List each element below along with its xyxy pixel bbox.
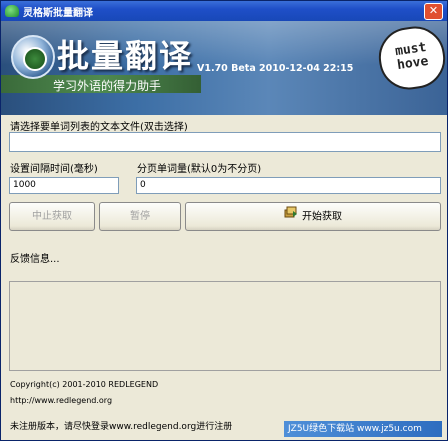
window-title: 灵格斯批量翻译 <box>23 8 93 19</box>
badge-text: must hove <box>394 39 430 74</box>
version-label: V1.70 Beta 2010-12-04 22:15 <box>197 63 354 74</box>
header-banner: 批量翻译 V1.70 Beta 2010-12-04 22:15 学习外语的得力… <box>1 21 448 115</box>
copyright-text: Copyright(c) 2001-2010 REDLEGEND <box>10 380 159 389</box>
banner-slogan: 学习外语的得力助手 <box>53 79 162 93</box>
page-size-label: 分页单词量(默认0为不分页) <box>137 164 262 175</box>
interval-input[interactable]: 1000 <box>9 177 119 194</box>
file-label: 请选择要单词列表的文本文件(双击选择) <box>10 122 188 133</box>
file-input[interactable] <box>9 132 441 152</box>
website-link[interactable]: http://www.redlegend.org <box>10 396 112 405</box>
stop-button-label: 中止获取 <box>32 211 72 222</box>
page-size-input[interactable]: 0 <box>136 177 441 194</box>
watermark-banner: JZ5U绿色下载站 www.jz5u.com <box>284 421 442 437</box>
log-output[interactable] <box>9 281 441 371</box>
start-icon <box>284 203 298 230</box>
logo-inner-icon <box>23 47 47 71</box>
start-button-label: 开始获取 <box>302 211 342 223</box>
stop-button[interactable]: 中止获取 <box>9 202 95 231</box>
pause-button[interactable]: 暂停 <box>99 202 181 231</box>
title-bar[interactable]: 灵格斯批量翻译 ✕ <box>1 1 447 21</box>
start-button[interactable]: 开始获取 <box>185 202 441 231</box>
logo-icon <box>11 35 55 79</box>
app-window: 灵格斯批量翻译 ✕ 批量翻译 V1.70 Beta 2010-12-04 22:… <box>0 0 448 441</box>
interval-label: 设置间隔时间(毫秒) <box>10 164 98 175</box>
close-button[interactable]: ✕ <box>424 3 443 20</box>
registration-notice[interactable]: 未注册版本，请尽快登录www.redlegend.org进行注册 <box>10 419 232 432</box>
pause-button-label: 暂停 <box>130 211 150 222</box>
banner-title: 批量翻译 <box>57 37 194 75</box>
log-label: 反馈信息... <box>10 254 60 265</box>
app-icon <box>5 5 19 17</box>
